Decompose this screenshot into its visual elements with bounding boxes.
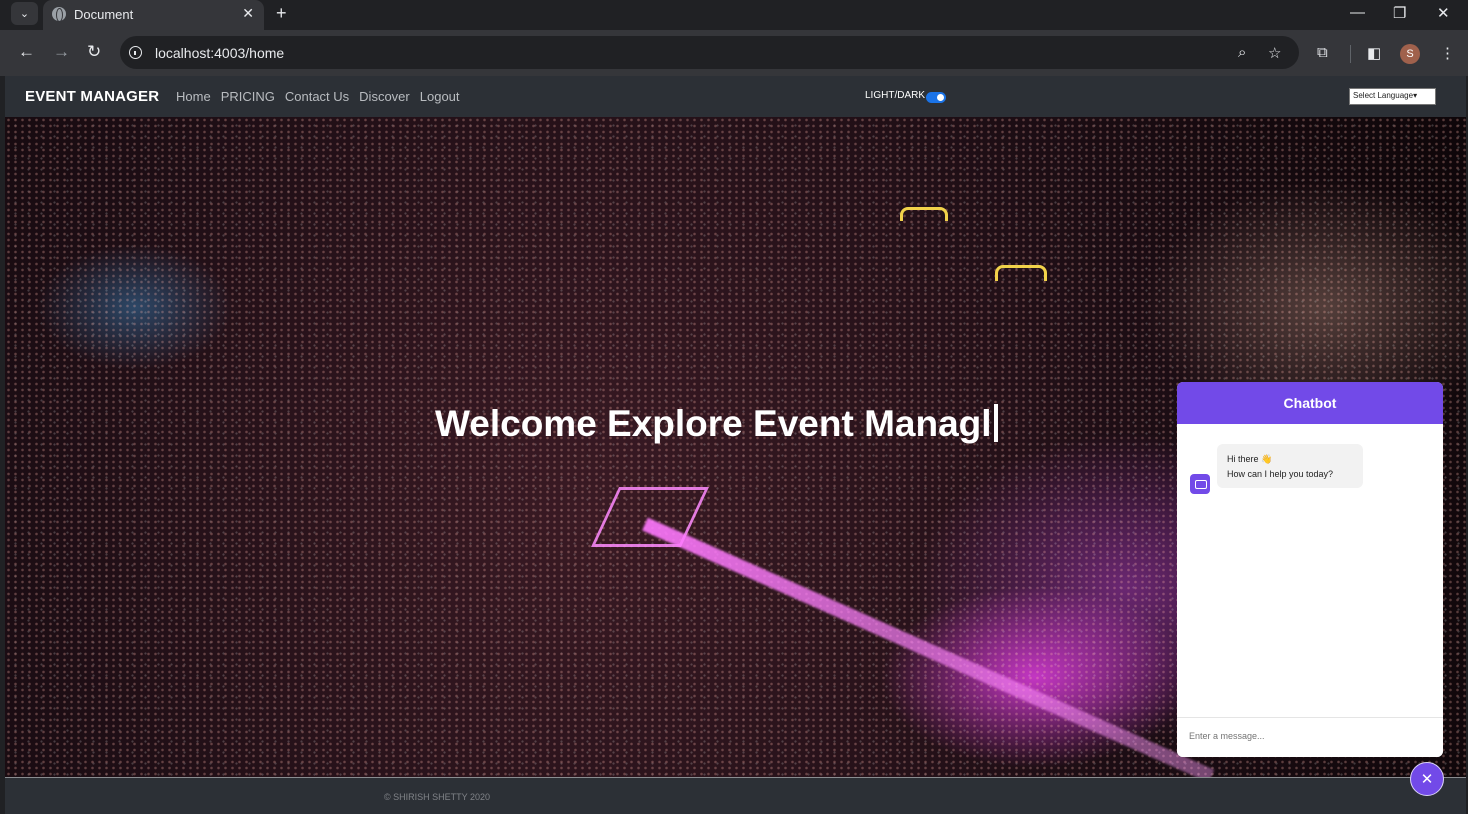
chevron-down-icon[interactable]: ⌄ <box>11 2 38 25</box>
nav-discover[interactable]: Discover <box>359 89 410 104</box>
browser-toolbar: ← → ↻ localhost:4003/home ⌕ ☆ ⧉ ◧ S ⋮ <box>0 30 1468 76</box>
page-viewport: EVENT MANAGER Home PRICING Contact Us Di… <box>5 76 1466 814</box>
language-select-value: Select Language <box>1353 91 1414 100</box>
toolbar-divider <box>1350 45 1351 63</box>
side-panel-icon[interactable]: ◧ <box>1367 44 1381 62</box>
browser-tab-bar: ⌄ Document ✕ + — ❐ ✕ <box>0 0 1468 30</box>
site-navbar: EVENT MANAGER Home PRICING Contact Us Di… <box>5 76 1466 117</box>
globe-icon <box>52 7 66 22</box>
nav-links: Home PRICING Contact Us Discover Logout <box>176 89 460 104</box>
theme-toggle-label: LIGHT/DARK <box>865 90 926 101</box>
dropdown-arrow-icon: ▾ <box>1413 91 1418 100</box>
chatbot-header: Chatbot <box>1177 382 1443 424</box>
nav-contact-us[interactable]: Contact Us <box>285 89 349 104</box>
nav-pricing[interactable]: PRICING <box>221 89 275 104</box>
typing-cursor <box>993 404 998 442</box>
browser-tab[interactable]: Document ✕ <box>43 0 264 30</box>
bot-icon <box>1190 474 1210 494</box>
hero-decoration <box>900 207 948 221</box>
hero-title: Welcome Explore Event Managl <box>435 403 998 445</box>
chat-message-input[interactable] <box>1189 731 1429 741</box>
language-select[interactable]: Select Language▾ <box>1349 88 1436 105</box>
chat-input-area <box>1177 717 1443 757</box>
star-icon[interactable]: ☆ <box>1268 44 1281 62</box>
chatbot-window: Chatbot Hi there 👋 How can I help you to… <box>1177 382 1443 757</box>
tab-title: Document <box>74 7 134 22</box>
close-icon: ✕ <box>1420 771 1434 788</box>
arrow-right-icon[interactable]: → <box>53 42 70 62</box>
info-icon[interactable] <box>129 46 142 59</box>
profile-avatar[interactable]: S <box>1400 44 1420 64</box>
site-footer: © SHIRISH SHETTY 2020 <box>5 777 1466 814</box>
restore-icon[interactable]: ❐ <box>1393 4 1406 22</box>
reload-icon[interactable]: ↻ <box>87 42 101 62</box>
zoom-icon[interactable]: ⌕ <box>1238 44 1246 61</box>
window-close-icon[interactable]: ✕ <box>1437 4 1450 22</box>
close-icon[interactable]: ✕ <box>242 5 254 22</box>
chat-message-line: Hi there 👋 <box>1227 454 1273 464</box>
url-text[interactable]: localhost:4003/home <box>155 45 284 61</box>
nav-home[interactable]: Home <box>176 89 211 104</box>
chat-message: Hi there 👋 How can I help you today? <box>1217 444 1363 488</box>
chatbot-toggle-button[interactable]: ✕ <box>1410 762 1444 796</box>
copyright-text: © SHIRISH SHETTY 2020 <box>384 792 491 802</box>
minimize-icon[interactable]: — <box>1350 4 1365 21</box>
puzzle-icon[interactable]: ⧉ <box>1317 44 1328 61</box>
chat-message-line: How can I help you today? <box>1227 469 1334 479</box>
theme-toggle-switch[interactable] <box>926 92 946 103</box>
hero-title-text: Welcome Explore Event Managl <box>435 403 992 444</box>
plus-icon[interactable]: + <box>276 3 287 24</box>
address-bar[interactable]: localhost:4003/home ⌕ ☆ <box>120 36 1299 69</box>
brand-logo[interactable]: EVENT MANAGER <box>25 88 159 105</box>
nav-logout[interactable]: Logout <box>420 89 460 104</box>
arrow-left-icon[interactable]: ← <box>18 42 35 62</box>
hero-decoration <box>995 265 1047 281</box>
kebab-menu-icon[interactable]: ⋮ <box>1440 44 1455 62</box>
